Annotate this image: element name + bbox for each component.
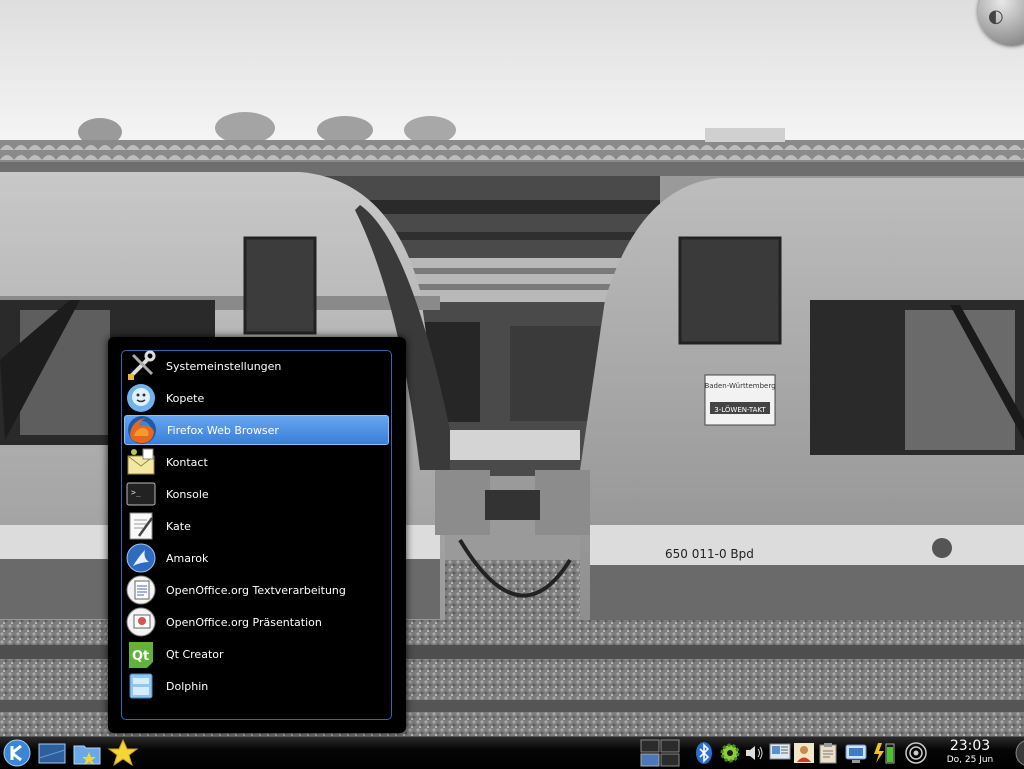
writer-icon [125, 574, 157, 606]
pager-icon [640, 739, 680, 767]
bluetooth-icon [692, 741, 716, 765]
favorites-menu-frame: Systemeinstellungen Kopete Firefox Web B… [121, 350, 392, 720]
menu-item-kate[interactable]: Kate [124, 511, 389, 541]
user-switch-button[interactable] [792, 741, 816, 765]
clock-time: 23:03 [949, 738, 991, 754]
menu-item-label: Qt Creator [166, 647, 224, 661]
menu-item-amarok[interactable]: Amarok [124, 543, 389, 573]
menu-item-label: Firefox Web Browser [167, 423, 279, 437]
amarok-icon [125, 542, 157, 574]
clipboard-button[interactable] [816, 741, 840, 765]
sticker-line1: Baden-Württemberg [704, 382, 775, 390]
menu-item-oo-writer[interactable]: OpenOffice.org Textverarbeitung [124, 575, 389, 605]
wireless-icon [904, 741, 928, 765]
volume-icon [742, 741, 766, 765]
virtual-desktop-pager[interactable] [640, 739, 680, 767]
display-button[interactable] [768, 741, 792, 765]
network-monitor-button[interactable] [844, 741, 872, 765]
kate-icon [125, 510, 157, 542]
battery-power-icon [872, 741, 900, 765]
show-desktop-icon [37, 738, 67, 768]
menu-item-kontact[interactable]: Kontact [124, 447, 389, 477]
clipboard-icon [816, 741, 840, 765]
menu-item-label: OpenOffice.org Textverarbeitung [166, 583, 346, 597]
dolphin-icon [125, 670, 157, 702]
menu-item-konsole[interactable]: >_ Konsole [124, 479, 389, 509]
taskbar-panel: 23:03 Do, 25 Jun [0, 736, 1024, 769]
system-settings-tray-button[interactable] [718, 741, 742, 765]
menu-item-dolphin[interactable]: Dolphin [124, 671, 389, 701]
network-monitor-icon [844, 741, 872, 765]
settings-gear-icon [718, 741, 742, 765]
menu-item-label: Kopete [166, 391, 205, 405]
kde-menu-button[interactable] [2, 738, 32, 768]
menu-item-label: Kate [166, 519, 191, 533]
menu-item-firefox[interactable]: Firefox Web Browser [124, 415, 389, 445]
svg-text:Qt: Qt [132, 649, 149, 664]
folder-icon [72, 738, 102, 768]
wireless-button[interactable] [904, 741, 928, 765]
menu-item-label: Amarok [166, 551, 209, 565]
menu-item-qt-creator[interactable]: Qt Qt Creator [124, 639, 389, 669]
firefox-icon [126, 414, 158, 446]
favorites-menu: Systemeinstellungen Kopete Firefox Web B… [108, 337, 406, 733]
clock-date: Do, 25 Jun [946, 755, 994, 765]
favorites-star-icon [108, 738, 138, 768]
show-desktop-button[interactable] [37, 738, 67, 768]
impress-icon [125, 606, 157, 638]
menu-item-label: Dolphin [166, 679, 209, 693]
kontact-icon [125, 446, 157, 478]
panel-toolbox-icon [1004, 738, 1024, 768]
qt-creator-icon: Qt [125, 638, 157, 670]
home-folder-button[interactable] [72, 738, 102, 768]
favorites-button[interactable] [108, 738, 138, 768]
system-settings-icon [125, 350, 157, 382]
panel-toolbox-button[interactable] [1004, 738, 1024, 768]
menu-item-oo-impress[interactable]: OpenOffice.org Präsentation [124, 607, 389, 637]
digital-clock[interactable]: 23:03 Do, 25 Jun [938, 737, 1002, 769]
user-icon [792, 741, 816, 765]
menu-item-kopete[interactable]: Kopete [124, 383, 389, 413]
kopete-icon [125, 382, 157, 414]
bluetooth-button[interactable] [692, 741, 716, 765]
display-icon [768, 741, 792, 765]
svg-text:>_: >_ [131, 488, 141, 497]
system-tray [688, 737, 933, 769]
menu-item-systemeinstellungen[interactable]: Systemeinstellungen [124, 350, 389, 382]
sticker-line2: 3-LÖWEN-TAKT [714, 405, 766, 414]
menu-item-label: Systemeinstellungen [166, 359, 282, 373]
toolbox-icon: ◐ [988, 6, 1004, 27]
menu-item-label: OpenOffice.org Präsentation [166, 615, 322, 629]
kde-menu-icon [2, 738, 32, 768]
train-number: 650 011-0 Bpd [665, 547, 754, 561]
menu-item-label: Konsole [166, 487, 209, 501]
konsole-icon: >_ [125, 478, 157, 510]
volume-button[interactable] [742, 741, 766, 765]
battery-power-button[interactable] [872, 741, 900, 765]
menu-item-label: Kontact [166, 455, 208, 469]
